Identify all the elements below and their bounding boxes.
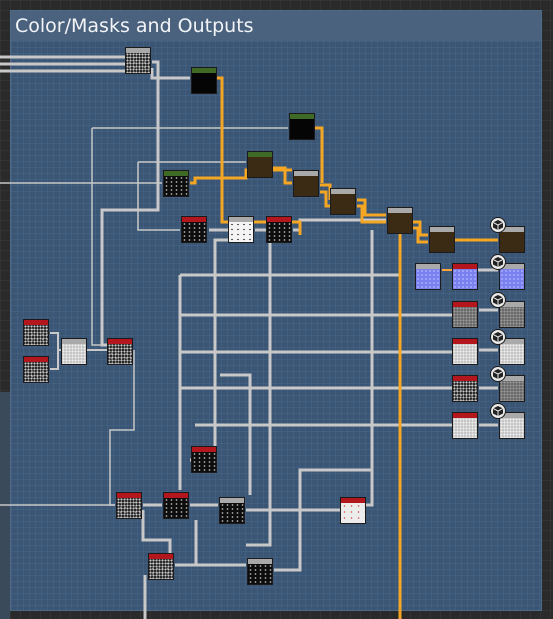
cube-icon [490,254,506,270]
wire[interactable] [366,230,374,507]
node-bottom-gray[interactable] [219,497,245,524]
node-bottom-mask-1[interactable] [116,492,142,519]
node-mask-white[interactable] [228,216,254,243]
node-metal-1[interactable] [452,338,478,365]
node-blend-1[interactable] [293,170,319,197]
node-left-mask-3[interactable] [107,338,133,365]
node-rough-1[interactable] [452,301,478,328]
node-brown-1[interactable] [247,151,273,178]
cube-icon [490,217,506,233]
node-bottom-pale[interactable] [340,497,366,524]
node-left-blend[interactable] [61,338,87,365]
node-bottom-mask-3[interactable] [148,553,174,580]
wire[interactable] [190,238,228,462]
node-mask-2[interactable] [266,216,292,243]
node-height-1[interactable] [452,375,478,402]
wire[interactable] [109,350,135,506]
cube-icon [490,366,506,382]
node-blend-2[interactable] [330,188,356,215]
wire[interactable] [220,373,252,495]
wire[interactable] [91,128,108,346]
node-blend-4[interactable] [429,226,455,253]
node-green-2[interactable] [289,113,315,140]
node-ao-1[interactable] [452,412,478,439]
active-wire[interactable] [190,168,292,185]
node-normal-2[interactable] [452,263,478,290]
node-blend-3[interactable] [387,207,413,234]
cube-icon [490,292,506,308]
cube-icon [490,329,506,345]
node-left-mask-1[interactable] [23,319,49,346]
node-left-mask-2[interactable] [23,356,49,383]
node-noise-source[interactable] [125,47,151,74]
node-mask-1[interactable] [181,216,207,243]
graph-canvas[interactable]: Color/Masks and Outputs [0,0,553,619]
node-normal-1[interactable] [415,263,441,290]
node-bottom-mask-2[interactable] [163,492,189,519]
node-bottom-dark[interactable] [191,446,217,473]
wire[interactable] [100,60,160,347]
node-dark-1[interactable] [163,170,189,197]
wire[interactable] [50,332,59,350]
node-black-green[interactable] [191,67,217,94]
node-bottom-blend[interactable] [247,558,273,585]
cube-icon [490,403,506,419]
